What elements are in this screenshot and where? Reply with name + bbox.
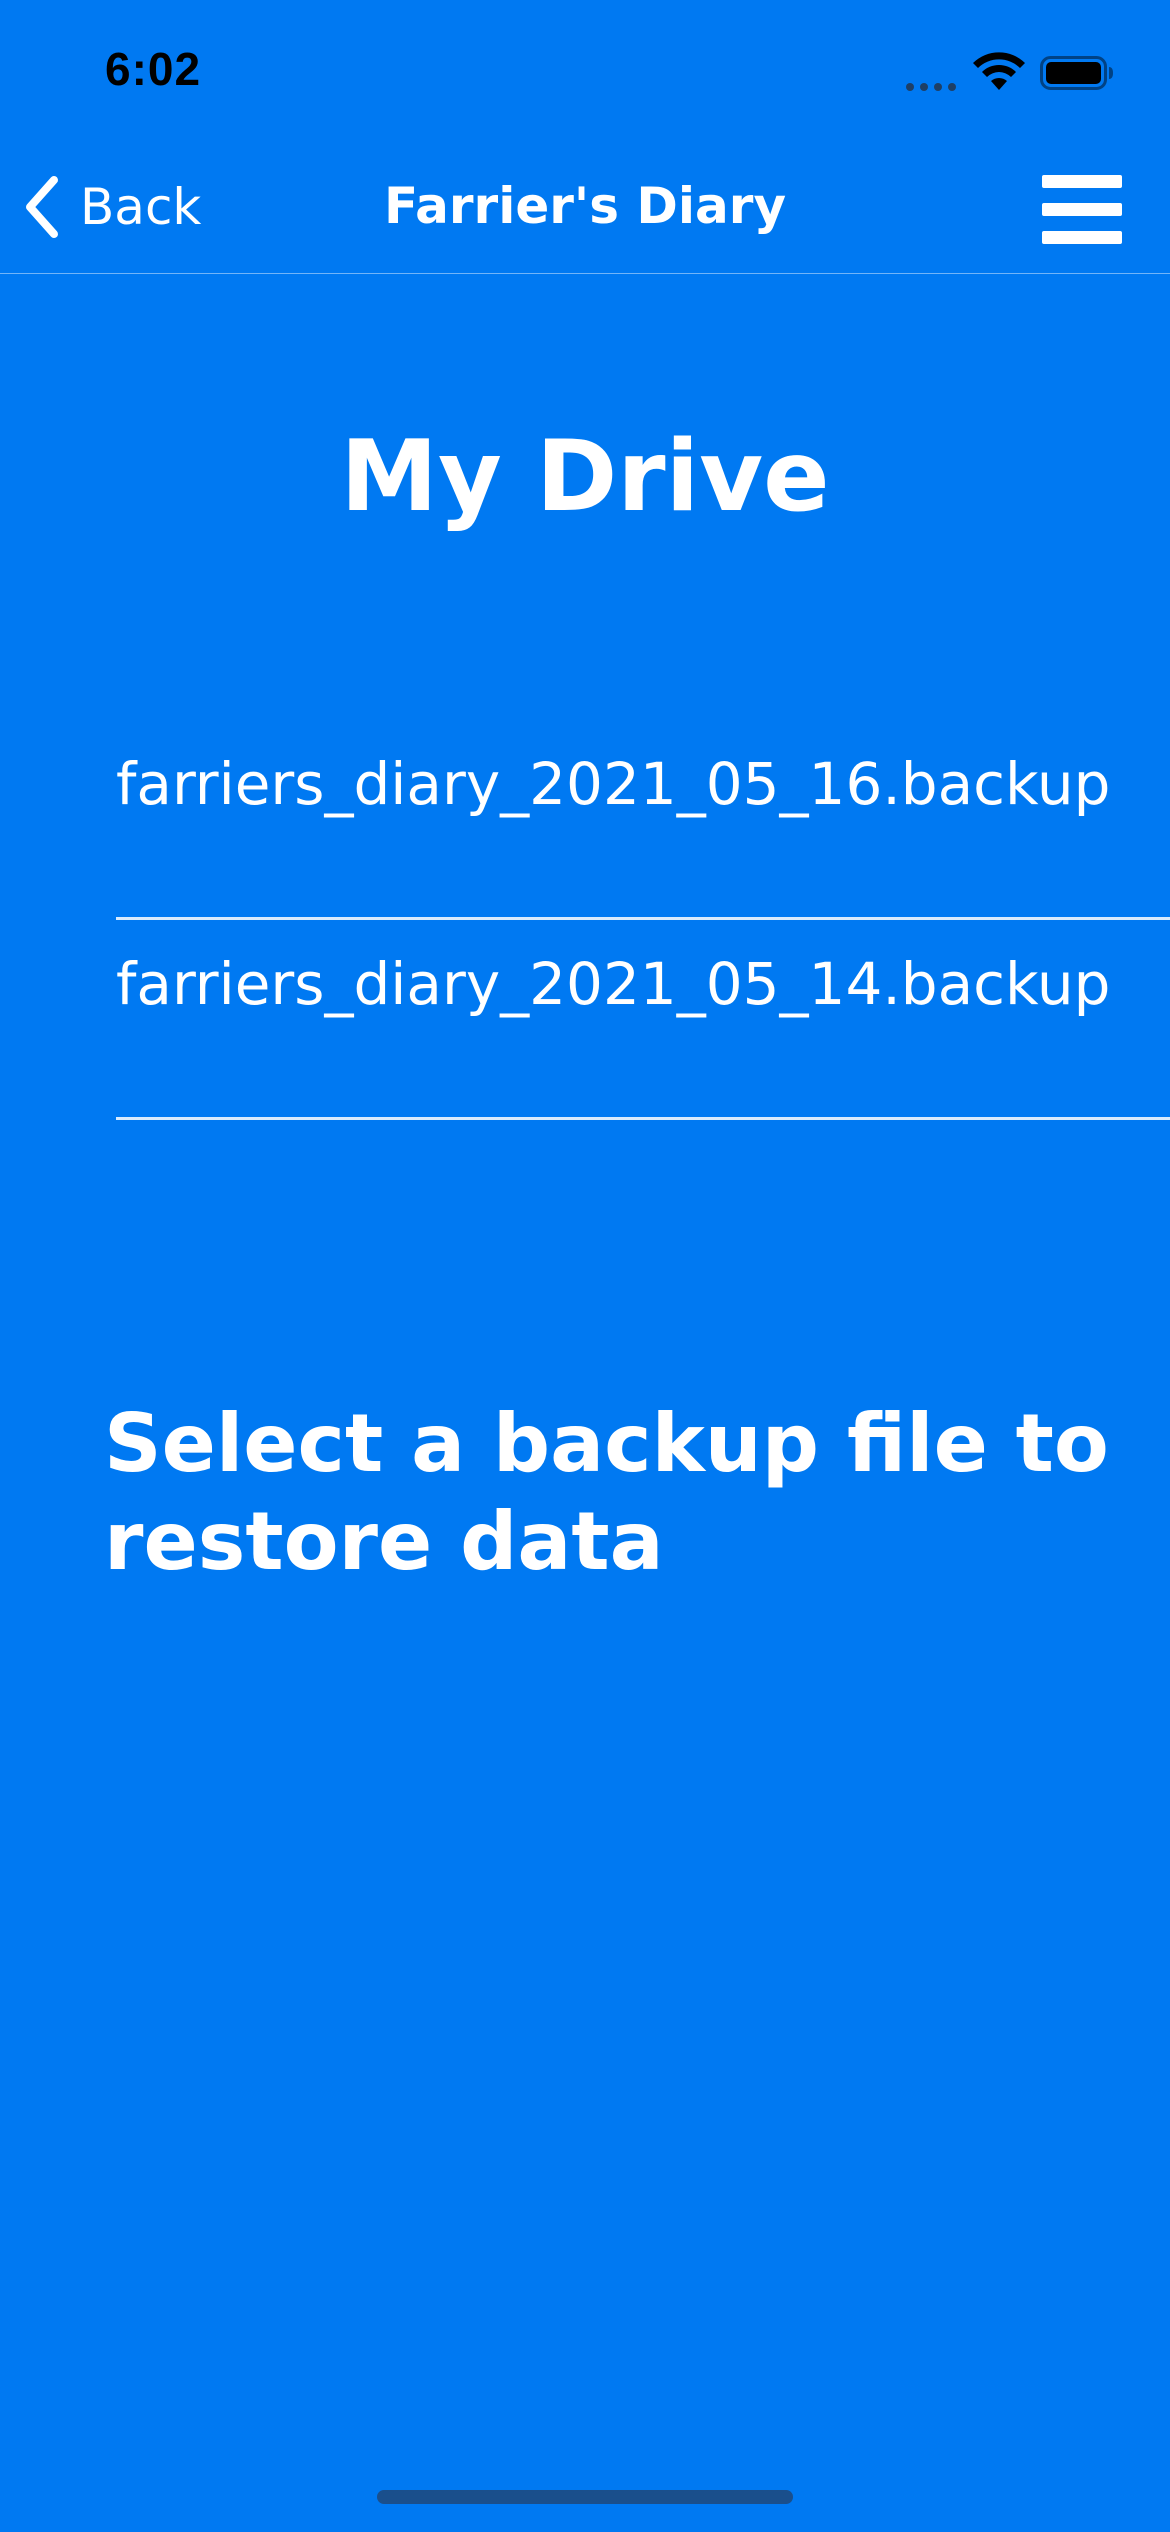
backup-file-row[interactable]: farriers_diary_2021_05_16.backup bbox=[116, 720, 1170, 920]
status-bar: 6:02 bbox=[0, 0, 1170, 150]
row-separator bbox=[116, 1117, 1170, 1120]
hamburger-menu-icon[interactable] bbox=[1042, 175, 1122, 244]
cellular-signal-icon bbox=[906, 83, 956, 91]
backup-file-list: farriers_diary_2021_05_16.backup farrier… bbox=[116, 720, 1170, 1120]
battery-icon bbox=[1040, 56, 1113, 90]
backup-file-name: farriers_diary_2021_05_16.backup bbox=[116, 750, 1111, 818]
wifi-icon bbox=[973, 52, 1025, 90]
status-time: 6:02 bbox=[105, 43, 202, 95]
navigation-bar: Back Farrier's Diary bbox=[0, 150, 1170, 274]
backup-file-name: farriers_diary_2021_05_14.backup bbox=[116, 950, 1111, 1018]
backup-file-row[interactable]: farriers_diary_2021_05_14.backup bbox=[116, 920, 1170, 1120]
page-heading: My Drive bbox=[340, 420, 830, 534]
nav-title: Farrier's Diary bbox=[383, 177, 787, 235]
home-indicator[interactable] bbox=[377, 2490, 793, 2504]
instruction-text: Select a backup file to restore data bbox=[104, 1397, 1109, 1588]
